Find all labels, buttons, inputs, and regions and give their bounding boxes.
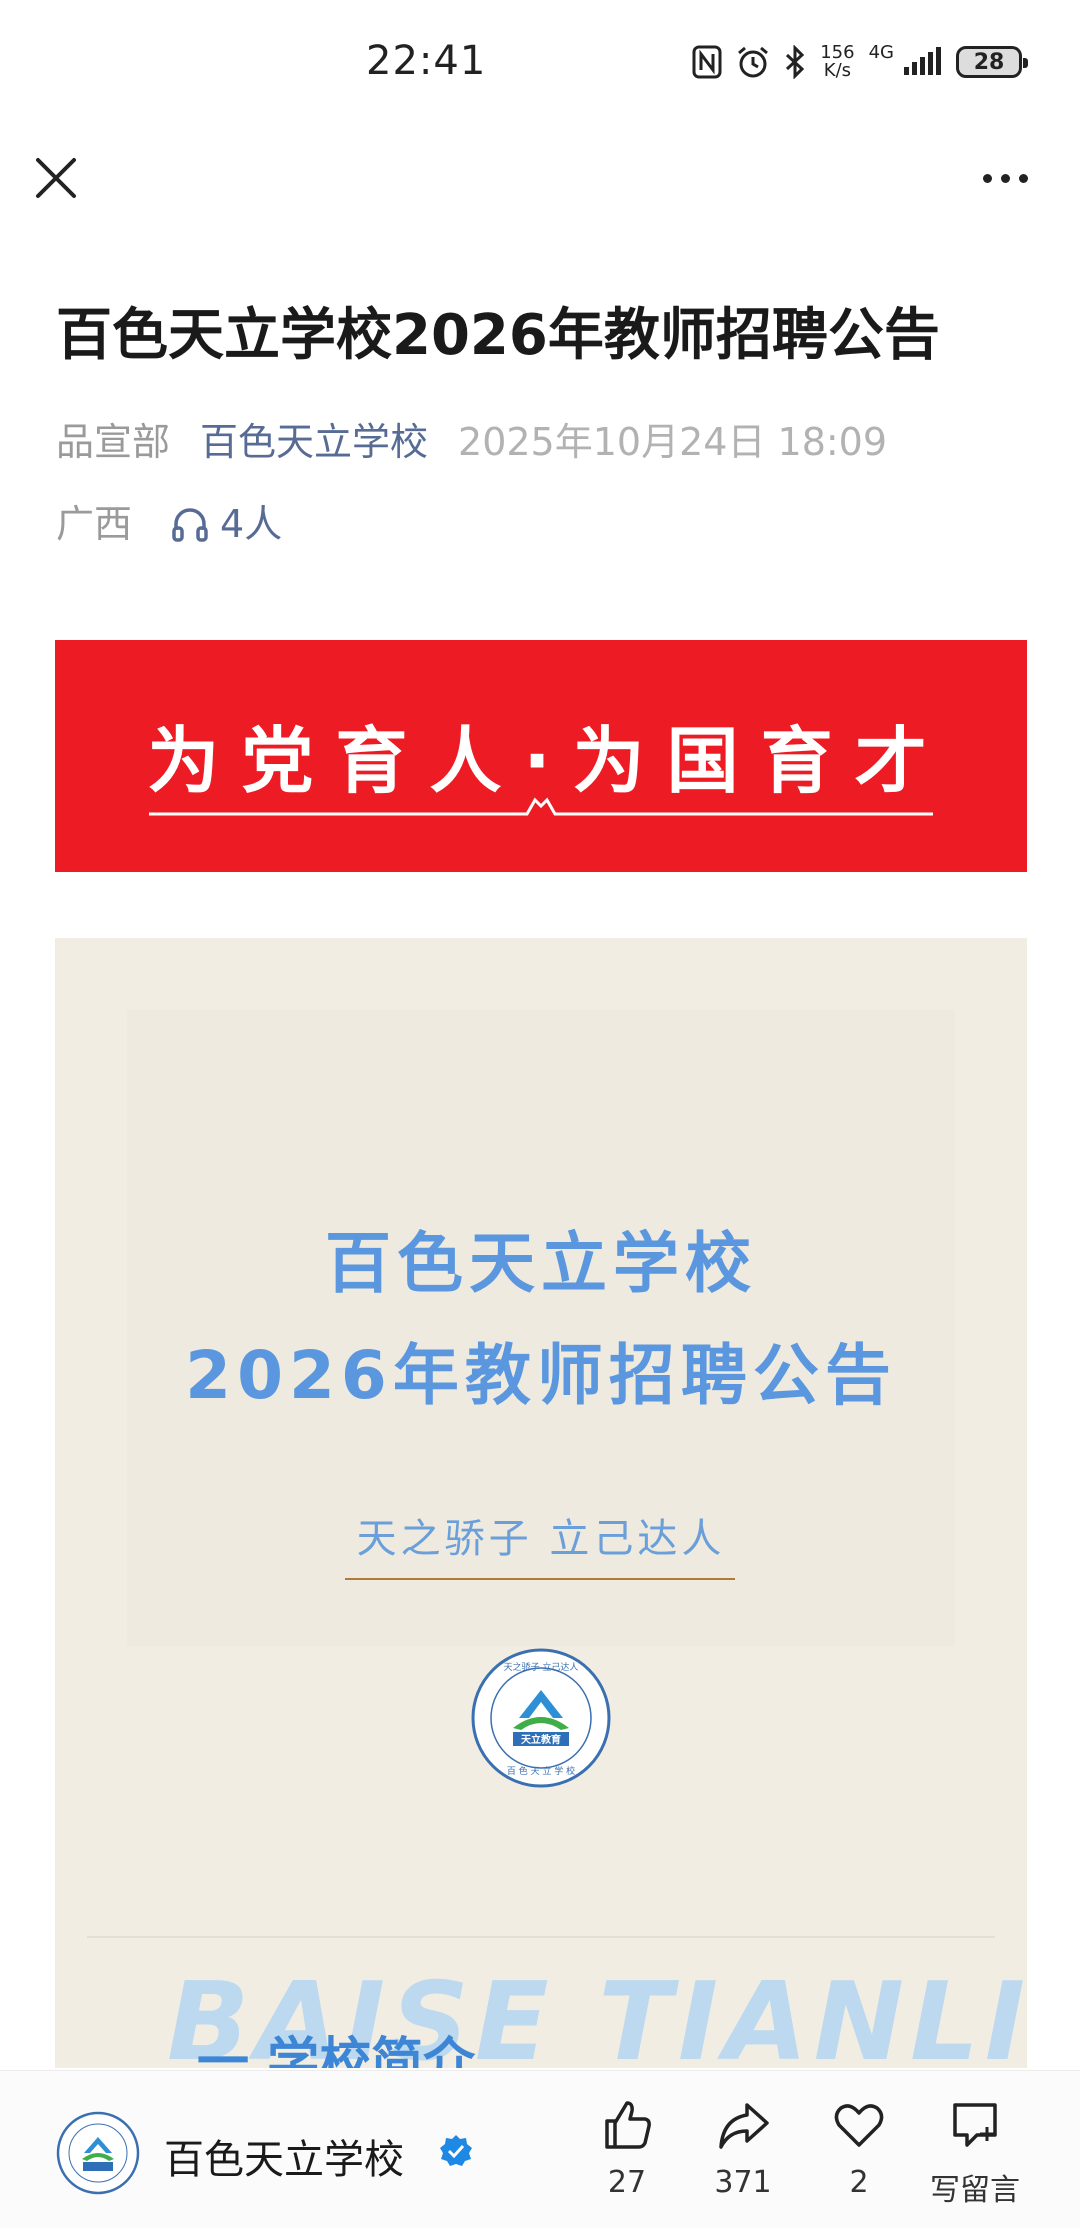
account-name[interactable]: 百色天立学校 bbox=[164, 2127, 404, 2185]
thumbs-up-icon bbox=[605, 2101, 651, 2149]
poster-title-line1: 百色天立学校 bbox=[325, 1225, 757, 1302]
verified-icon bbox=[440, 2135, 472, 2166]
article-author: 品宣部 bbox=[56, 420, 171, 464]
account-avatar[interactable] bbox=[56, 2111, 140, 2195]
status-time: 22:41 bbox=[366, 38, 487, 84]
comment-icon bbox=[953, 2103, 997, 2147]
poster-section-heading: 一 学校简介 bbox=[197, 2033, 476, 2068]
more-icon-dot bbox=[1000, 173, 1010, 183]
article-meta-2: 广西 4人 bbox=[56, 496, 282, 552]
poster-divider bbox=[87, 1936, 995, 1938]
poster-image: 百色天立学校 2026年教师招聘公告 天之骄子 立己达人 天立教育 天之骄子 立… bbox=[55, 938, 1027, 2068]
poster-title-line2: 2026年教师招聘公告 bbox=[185, 1337, 897, 1414]
signal-icon bbox=[902, 47, 942, 77]
headphones-icon bbox=[172, 508, 208, 542]
listen-button[interactable]: 4人 bbox=[170, 496, 282, 552]
favorite-count: 2 bbox=[849, 2165, 869, 2200]
poster-slogan: 天之骄子 立己达人 bbox=[356, 1516, 726, 1562]
like-count: 27 bbox=[607, 2165, 647, 2200]
svg-text:百 色 天 立 学 校: 百 色 天 立 学 校 bbox=[507, 1765, 575, 1777]
account-link[interactable]: 百色天立学校 bbox=[200, 414, 428, 470]
comment-button[interactable]: 写留言 bbox=[920, 2097, 1030, 2209]
network-type: 4G bbox=[868, 42, 894, 63]
alarm-icon bbox=[736, 45, 770, 79]
bluetooth-icon bbox=[784, 45, 806, 79]
listener-count: 4人 bbox=[220, 502, 283, 546]
poster-underline bbox=[345, 1578, 735, 1580]
slogan-banner: 为党育人·为国育才 bbox=[55, 640, 1027, 872]
svg-text:天之骄子 立己达人: 天之骄子 立己达人 bbox=[504, 1661, 579, 1673]
share-button[interactable]: 371 bbox=[688, 2097, 798, 2200]
share-icon bbox=[719, 2103, 769, 2149]
share-count: 371 bbox=[714, 2165, 772, 2200]
bottom-bar: 百色天立学校 27 371 2 写留言 bbox=[0, 2070, 1080, 2228]
comment-label: 写留言 bbox=[930, 2173, 1020, 2208]
region-label: 广西 bbox=[56, 502, 133, 546]
status-icons: 156 K/s 4G 28 bbox=[692, 40, 1028, 84]
banner-decorative-line bbox=[149, 797, 933, 816]
more-icon-dot bbox=[1018, 173, 1028, 183]
article-meta: 品宣部 百色天立学校 2025年10月24日 18:09 bbox=[56, 414, 887, 470]
article-title: 百色天立学校2026年教师招聘公告 bbox=[56, 303, 940, 368]
svg-text:天立教育: 天立教育 bbox=[521, 1733, 561, 1746]
heart-icon bbox=[834, 2104, 884, 2147]
favorite-button[interactable]: 2 bbox=[804, 2097, 914, 2200]
school-logo-icon: 天立教育 天之骄子 立己达人 百 色 天 立 学 校 bbox=[471, 1648, 611, 1788]
like-button[interactable]: 27 bbox=[572, 2097, 682, 2200]
close-button[interactable] bbox=[30, 152, 82, 204]
nav-bar bbox=[0, 130, 1080, 226]
nfc-icon bbox=[692, 45, 722, 79]
status-bar: 22:41 156 K/s 4G 28 bbox=[0, 0, 1080, 120]
battery-icon: 28 bbox=[956, 46, 1028, 78]
more-icon-dot bbox=[982, 173, 992, 183]
more-button[interactable] bbox=[970, 152, 1040, 204]
close-icon bbox=[36, 158, 76, 198]
publish-date: 2025年10月24日 18:09 bbox=[458, 420, 888, 464]
net-speed: 156 K/s bbox=[820, 42, 855, 81]
